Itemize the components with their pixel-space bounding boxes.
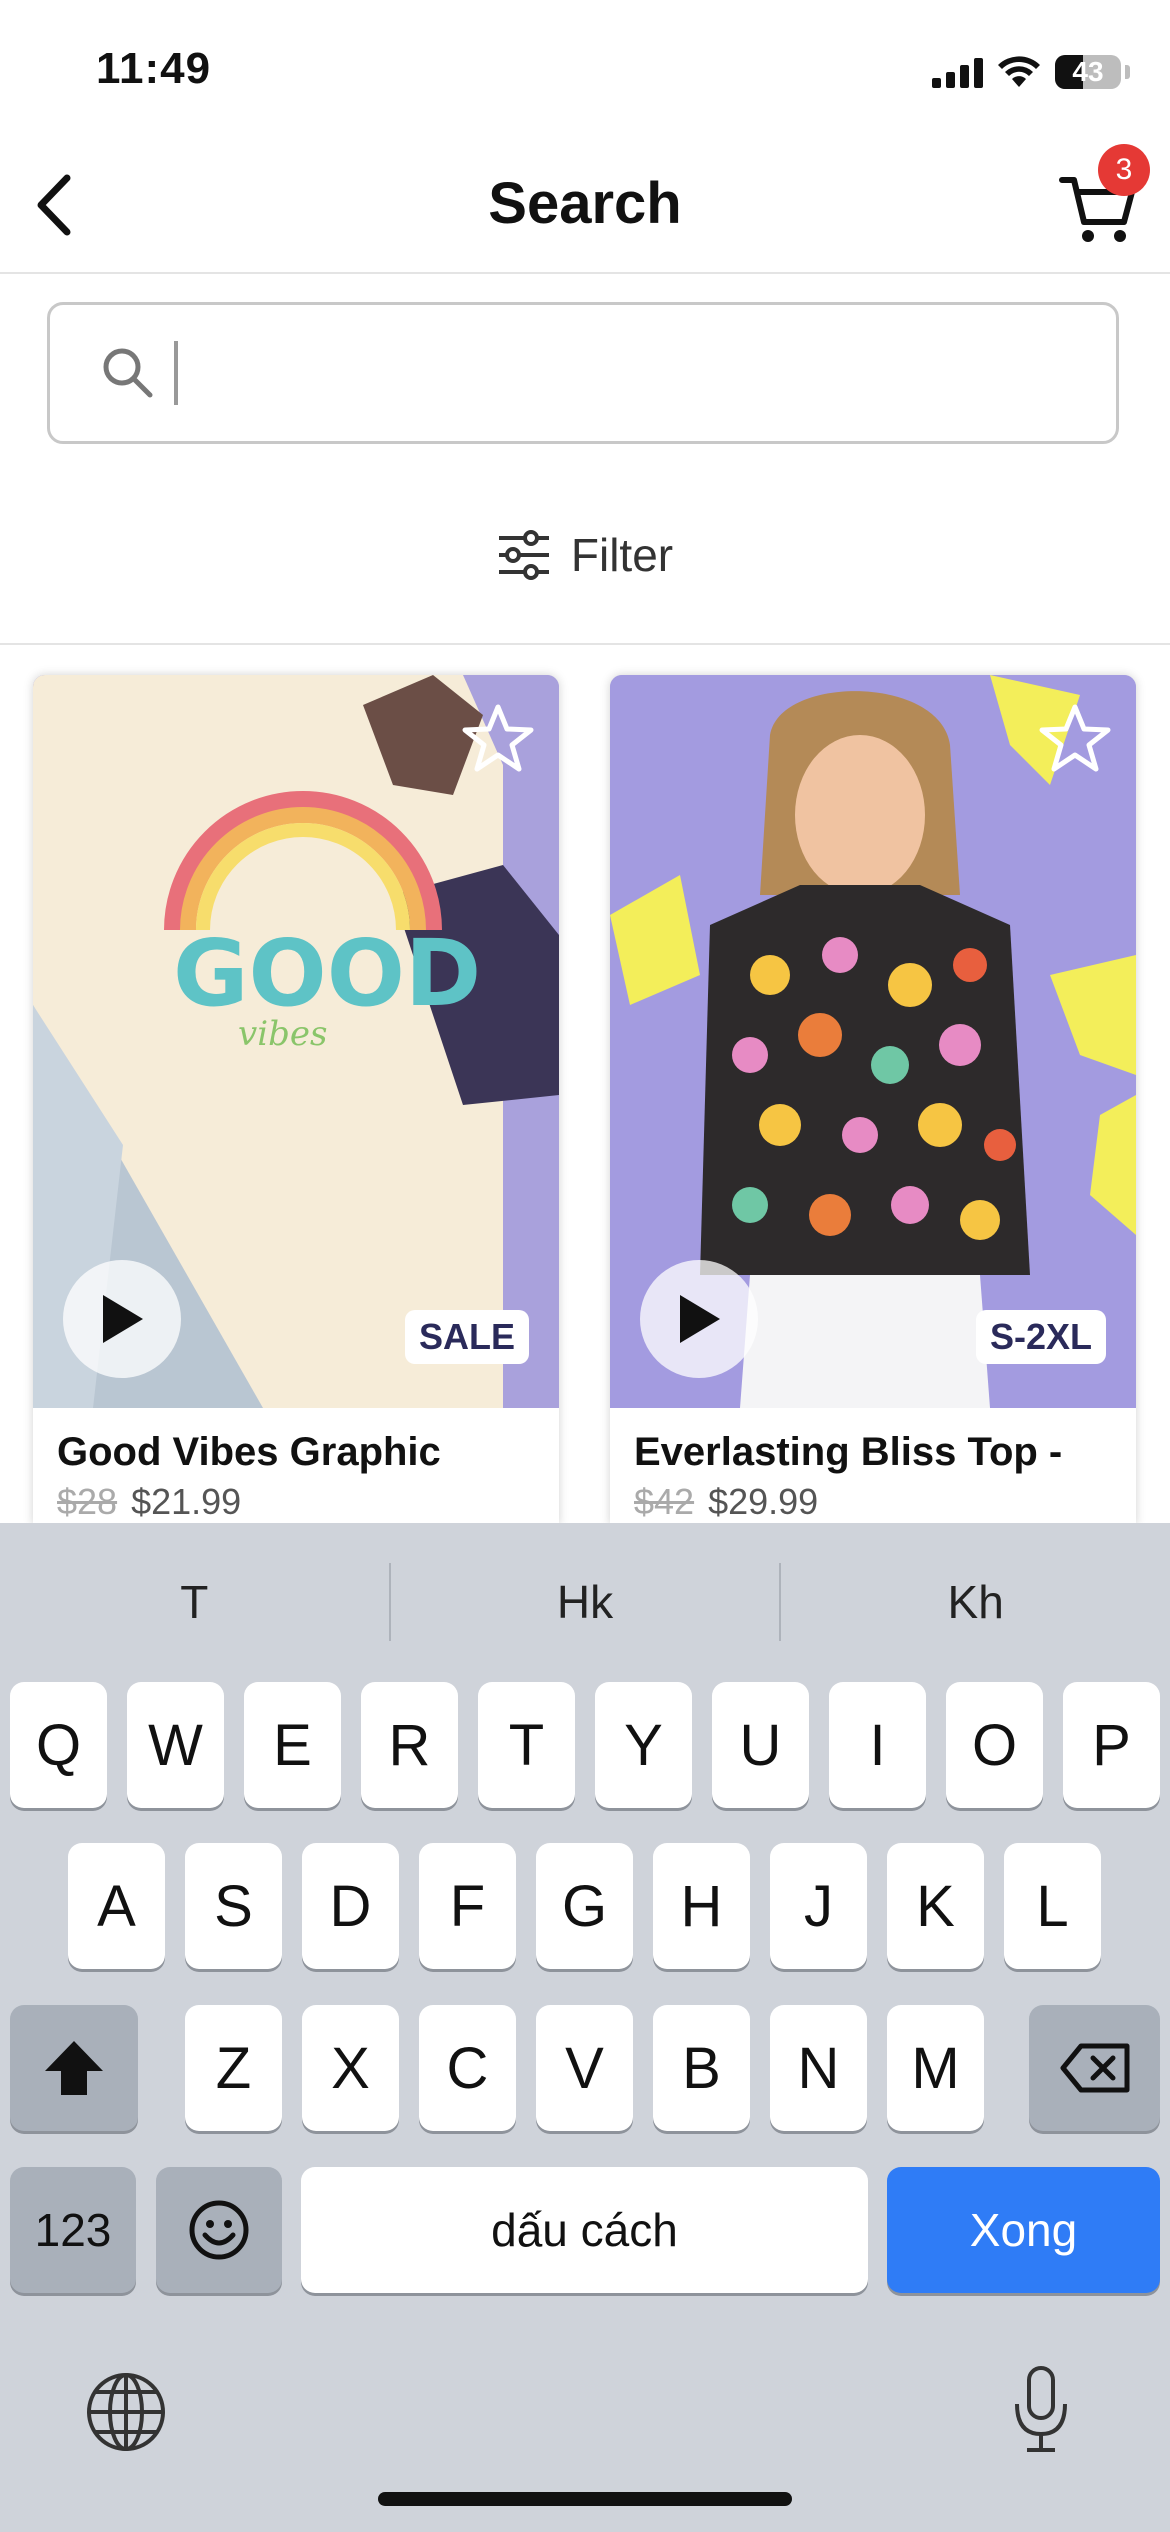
key-l[interactable]: L bbox=[1004, 1843, 1101, 1969]
key-a[interactable]: A bbox=[68, 1843, 165, 1969]
cart-button[interactable]: 3 bbox=[1050, 144, 1150, 258]
search-input[interactable] bbox=[188, 347, 1116, 399]
key-m[interactable]: M bbox=[887, 2005, 984, 2131]
key-b[interactable]: B bbox=[653, 2005, 750, 2131]
key-e[interactable]: E bbox=[244, 1682, 341, 1808]
product-title[interactable]: Good Vibes Graphic bbox=[33, 1408, 559, 1475]
filter-divider bbox=[0, 643, 1170, 645]
sale-price: $21.99 bbox=[131, 1481, 242, 1522]
sliders-icon bbox=[498, 530, 549, 580]
product-price: $42 $29.99 bbox=[610, 1475, 1136, 1525]
backspace-icon bbox=[1060, 2043, 1129, 2093]
delete-key[interactable] bbox=[1029, 2005, 1160, 2131]
key-u[interactable]: U bbox=[712, 1682, 809, 1808]
page-title: Search bbox=[488, 171, 682, 236]
key-k[interactable]: K bbox=[887, 1843, 984, 1969]
key-f[interactable]: F bbox=[419, 1843, 516, 1969]
svg-text:vibes: vibes bbox=[238, 1014, 327, 1054]
product-image[interactable]: GOOD vibes SALE bbox=[33, 675, 559, 1408]
search-field[interactable] bbox=[47, 302, 1119, 444]
home-indicator bbox=[378, 2492, 792, 2506]
key-h[interactable]: H bbox=[653, 1843, 750, 1969]
key-g[interactable]: G bbox=[536, 1843, 633, 1969]
product-card[interactable]: GOOD vibes SALE Good Vibes Graphic $28 $2… bbox=[33, 675, 559, 1525]
cellular-signal-icon bbox=[932, 56, 983, 88]
search-icon bbox=[103, 348, 153, 398]
key-z[interactable]: Z bbox=[185, 2005, 282, 2131]
original-price: $28 bbox=[57, 1481, 118, 1522]
space-key[interactable]: dấu cách bbox=[301, 2167, 868, 2293]
emoji-key[interactable] bbox=[156, 2167, 282, 2293]
key-q[interactable]: Q bbox=[10, 1682, 107, 1808]
sale-price: $29.99 bbox=[708, 1481, 819, 1522]
filter-label: Filter bbox=[570, 529, 674, 581]
numbers-key[interactable]: 123 bbox=[10, 2167, 136, 2293]
suggestion-item[interactable]: Hk bbox=[391, 1523, 780, 1681]
done-key[interactable]: Xong bbox=[887, 2167, 1160, 2293]
shift-key[interactable] bbox=[10, 2005, 138, 2131]
product-image[interactable]: S-2XL bbox=[610, 675, 1136, 1408]
favorite-star-icon[interactable] bbox=[1038, 703, 1112, 773]
microphone-icon[interactable] bbox=[1012, 2364, 1070, 2456]
svg-text:GOOD: GOOD bbox=[173, 920, 481, 1027]
product-badge: S-2XL bbox=[975, 1310, 1106, 1364]
shift-icon bbox=[45, 2041, 103, 2095]
key-t[interactable]: T bbox=[478, 1682, 575, 1808]
key-v[interactable]: V bbox=[536, 2005, 633, 2131]
text-cursor bbox=[174, 341, 178, 405]
battery-icon: 43 bbox=[1055, 55, 1121, 89]
key-x[interactable]: X bbox=[302, 2005, 399, 2131]
original-price: $42 bbox=[634, 1481, 695, 1522]
play-icon bbox=[103, 1295, 143, 1343]
play-video-button[interactable] bbox=[640, 1260, 758, 1378]
key-r[interactable]: R bbox=[361, 1682, 458, 1808]
key-i[interactable]: I bbox=[829, 1682, 926, 1808]
status-time: 11:49 bbox=[96, 44, 212, 93]
favorite-star-icon[interactable] bbox=[461, 703, 535, 773]
key-s[interactable]: S bbox=[185, 1843, 282, 1969]
filter-button[interactable]: Filter bbox=[0, 528, 1170, 582]
key-w[interactable]: W bbox=[127, 1682, 224, 1808]
suggestion-item[interactable]: T bbox=[0, 1523, 389, 1681]
key-o[interactable]: O bbox=[946, 1682, 1043, 1808]
key-c[interactable]: C bbox=[419, 2005, 516, 2131]
product-badge: SALE bbox=[404, 1310, 529, 1364]
key-y[interactable]: Y bbox=[595, 1682, 692, 1808]
play-icon bbox=[680, 1295, 720, 1343]
key-p[interactable]: P bbox=[1063, 1682, 1160, 1808]
product-title[interactable]: Everlasting Bliss Top - bbox=[610, 1408, 1136, 1475]
globe-icon[interactable] bbox=[84, 2370, 168, 2454]
product-price: $28 $21.99 bbox=[33, 1475, 559, 1525]
cart-count-badge: 3 bbox=[1098, 144, 1150, 196]
key-n[interactable]: N bbox=[770, 2005, 867, 2131]
header-divider bbox=[0, 272, 1170, 274]
suggestion-item[interactable]: Kh bbox=[781, 1523, 1170, 1681]
product-card[interactable]: S-2XL Everlasting Bliss Top - $42 $29.99 bbox=[610, 675, 1136, 1525]
status-icons: 43 bbox=[932, 50, 1130, 94]
emoji-icon bbox=[189, 2200, 249, 2260]
key-d[interactable]: D bbox=[302, 1843, 399, 1969]
play-video-button[interactable] bbox=[63, 1260, 181, 1378]
key-j[interactable]: J bbox=[770, 1843, 867, 1969]
wifi-icon bbox=[998, 56, 1040, 87]
predictive-text-bar: T Hk Kh bbox=[0, 1523, 1170, 1681]
